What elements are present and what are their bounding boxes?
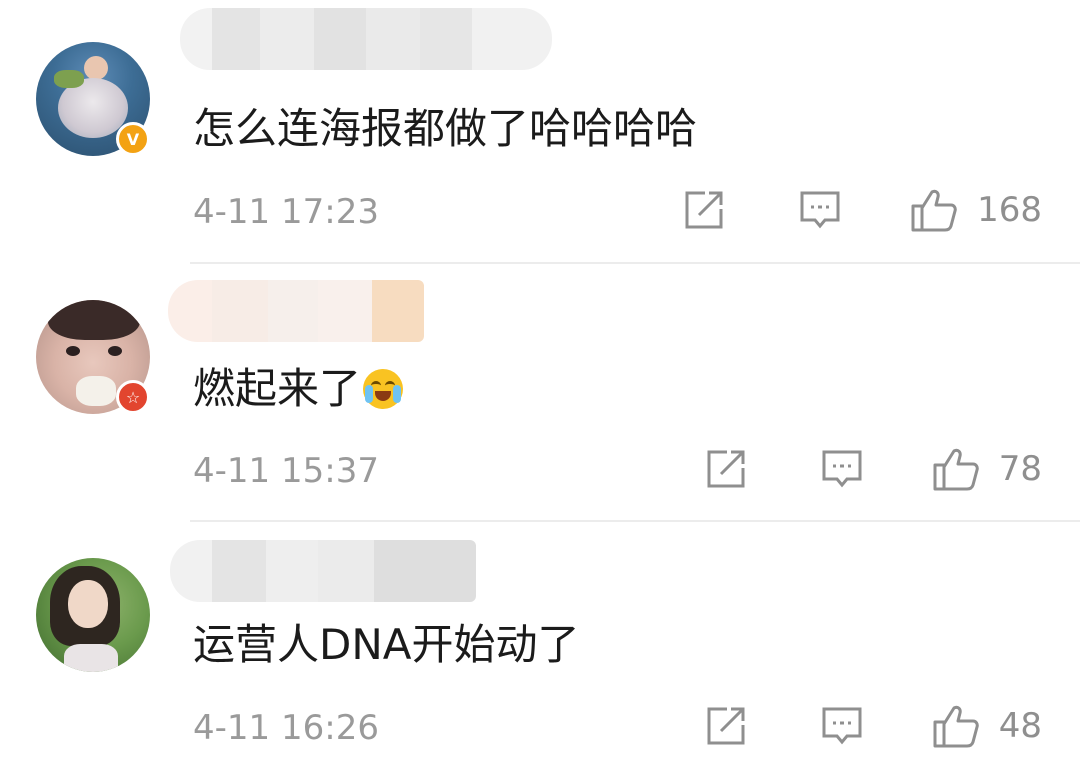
reply-button[interactable] bbox=[799, 190, 841, 230]
reply-button[interactable] bbox=[821, 706, 863, 746]
comment-time: 4-11 15:37 bbox=[193, 451, 379, 491]
user-avatar[interactable] bbox=[36, 558, 150, 672]
like-button[interactable]: 78 bbox=[933, 447, 1042, 491]
comment-text: 怎么连海报都做了哈哈哈哈 bbox=[193, 104, 698, 153]
share-button[interactable] bbox=[705, 448, 747, 490]
comment-text-content: 燃起来了 bbox=[193, 364, 362, 413]
like-count: 48 bbox=[998, 706, 1042, 746]
like-count: 168 bbox=[977, 190, 1042, 230]
like-count: 78 bbox=[998, 449, 1042, 489]
share-icon bbox=[705, 448, 747, 490]
thumbs-up-icon bbox=[933, 704, 979, 748]
share-icon bbox=[705, 705, 747, 747]
share-icon bbox=[683, 189, 725, 231]
comment-icon bbox=[821, 706, 863, 746]
username-blurred[interactable] bbox=[168, 280, 424, 342]
like-button[interactable]: 48 bbox=[933, 704, 1042, 748]
laugh-cry-emoji bbox=[363, 369, 404, 409]
star-badge: ☆ bbox=[116, 380, 150, 414]
thumbs-up-icon bbox=[933, 447, 979, 491]
share-button[interactable] bbox=[705, 705, 747, 747]
comment-icon bbox=[799, 190, 841, 230]
comment-time: 4-11 16:26 bbox=[193, 708, 379, 748]
comment-actions: 78 bbox=[705, 447, 1042, 491]
verified-v-badge: V bbox=[116, 122, 150, 156]
comment-item: V 怎么连海报都做了哈哈哈哈 4-11 17:23 168 bbox=[0, 0, 1080, 264]
thumbs-up-icon bbox=[911, 188, 957, 232]
comment-item: ☆ 燃起来了 4-11 15:37 78 bbox=[0, 264, 1080, 522]
reply-button[interactable] bbox=[821, 449, 863, 489]
comment-icon bbox=[821, 449, 863, 489]
username-blurred[interactable] bbox=[170, 540, 476, 602]
share-button[interactable] bbox=[683, 189, 725, 231]
comment-text: 燃起来了 bbox=[193, 363, 404, 415]
username-blurred[interactable] bbox=[180, 8, 552, 70]
comment-actions: 48 bbox=[705, 704, 1042, 748]
comment-time: 4-11 17:23 bbox=[193, 192, 379, 232]
comment-item: 运营人DNA开始动了 4-11 16:26 48 bbox=[0, 522, 1080, 774]
like-button[interactable]: 168 bbox=[911, 188, 1042, 232]
comment-text: 运营人DNA开始动了 bbox=[193, 620, 580, 669]
comment-actions: 168 bbox=[683, 188, 1042, 232]
